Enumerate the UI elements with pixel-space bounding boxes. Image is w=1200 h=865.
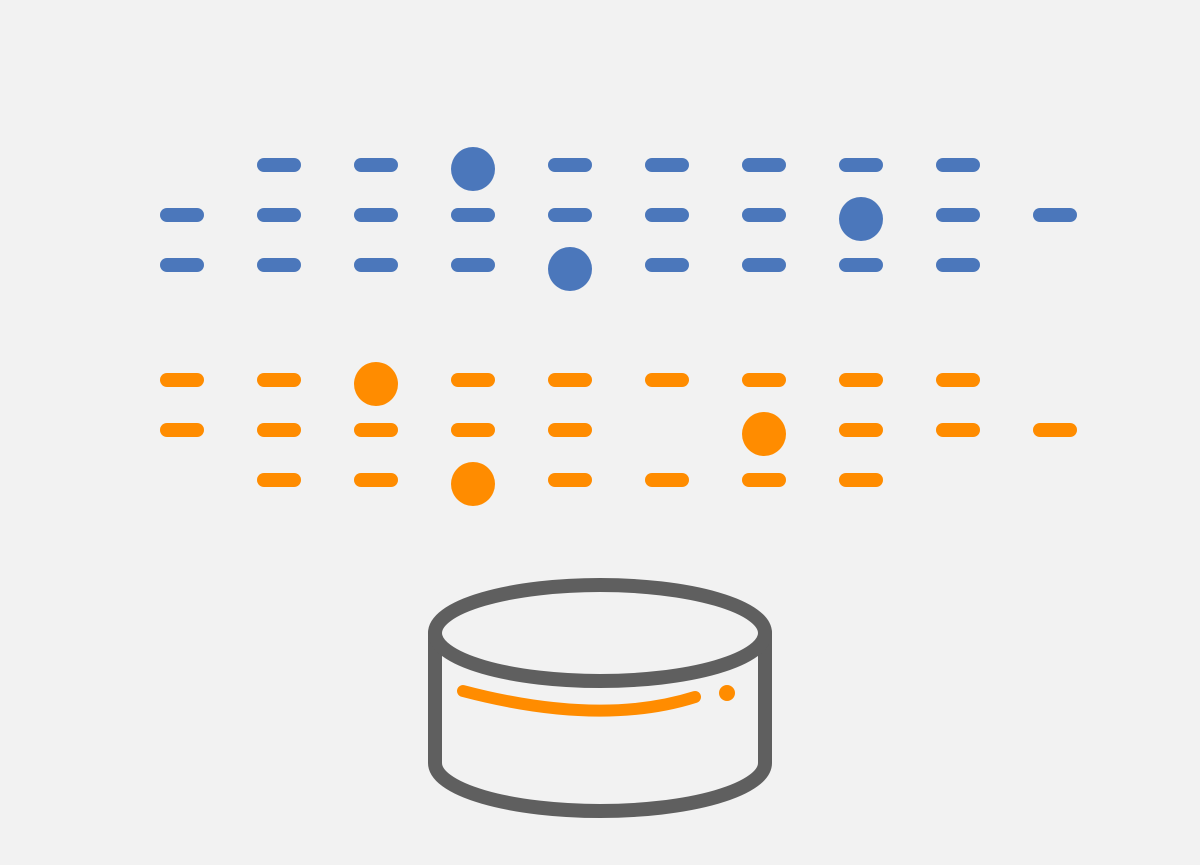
dash (354, 423, 398, 437)
dash (839, 373, 883, 387)
dash (354, 473, 398, 487)
dash (839, 158, 883, 172)
dot (742, 412, 786, 456)
dash (160, 373, 204, 387)
dash (936, 208, 980, 222)
dash (548, 158, 592, 172)
dash (645, 473, 689, 487)
dash (451, 373, 495, 387)
dash (257, 258, 301, 272)
device-indicator-dot (719, 685, 735, 701)
dot (451, 462, 495, 506)
dash (257, 158, 301, 172)
dash (548, 208, 592, 222)
dash (1033, 423, 1077, 437)
dot (354, 362, 398, 406)
dash (257, 423, 301, 437)
dash (257, 208, 301, 222)
dash (354, 258, 398, 272)
dash (548, 373, 592, 387)
dot (451, 147, 495, 191)
dash (742, 258, 786, 272)
dash (645, 373, 689, 387)
dash (257, 473, 301, 487)
dash (839, 258, 883, 272)
dash (645, 208, 689, 222)
dash (742, 473, 786, 487)
dash (354, 158, 398, 172)
dash (257, 373, 301, 387)
dash (742, 373, 786, 387)
dash (451, 208, 495, 222)
dash (839, 423, 883, 437)
dash (1033, 208, 1077, 222)
dash (742, 208, 786, 222)
dash (160, 208, 204, 222)
dash (936, 423, 980, 437)
dash (451, 258, 495, 272)
dash (742, 158, 786, 172)
dash (548, 473, 592, 487)
dash (936, 258, 980, 272)
dot (548, 247, 592, 291)
dash (839, 473, 883, 487)
dash (645, 258, 689, 272)
dash (451, 423, 495, 437)
dash (354, 208, 398, 222)
dash (645, 158, 689, 172)
dash (548, 423, 592, 437)
dash (936, 158, 980, 172)
dot (839, 197, 883, 241)
dash (160, 423, 204, 437)
diagram-root (0, 0, 1200, 865)
dash (160, 258, 204, 272)
dash (936, 373, 980, 387)
